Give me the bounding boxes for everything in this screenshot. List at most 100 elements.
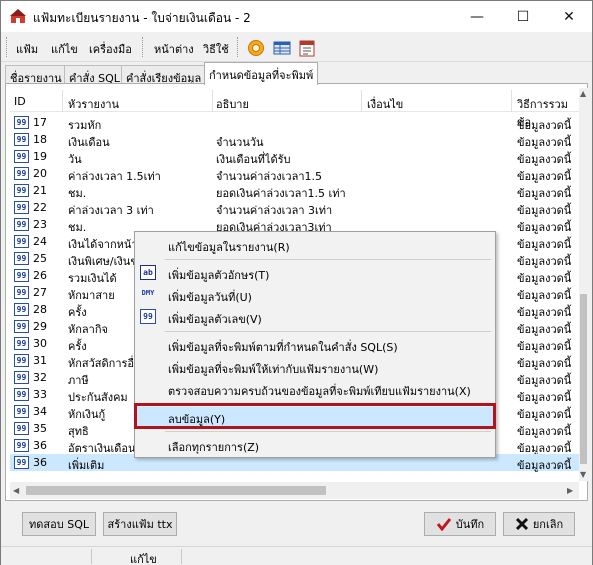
menu-item-label: แก้ไขข้อมูลในรายงาน(R)	[168, 241, 290, 254]
close-button[interactable]: ✕	[546, 1, 592, 32]
menu-edit[interactable]: แก้ไข	[51, 40, 78, 58]
scroll-down-arrow-icon[interactable]: ▼	[580, 470, 586, 479]
number-99-icon: 99	[14, 218, 29, 231]
tab-report-name[interactable]: ชื่อรายงาน	[5, 65, 67, 85]
cell-id: 24	[33, 235, 47, 248]
column-separator[interactable]	[361, 90, 362, 112]
table-row[interactable]: 99 18 เงินเดือน จำนวนวัน ข้อมูลงวดนี้	[10, 131, 580, 149]
test-sql-button[interactable]: ทดสอบ SQL	[22, 512, 96, 536]
minimize-button[interactable]: —	[454, 1, 500, 32]
tab-strip: ชื่อรายงาน คำสั่ง SQL คำสั่งเรียงข้อมูล …	[1, 62, 592, 85]
menu-item-add-match-report[interactable]: เพิ่มข้อมูลที่จะพิมพ์ให้เท่ากับแฟ้มรายงา…	[135, 357, 495, 377]
number-99-icon: 99	[14, 167, 29, 180]
tab-sort[interactable]: คำสั่งเรียงข้อมูล	[121, 65, 207, 85]
column-header-title[interactable]: หัวรายงาน	[68, 95, 119, 113]
cell-id: 36	[33, 439, 47, 452]
number-99-icon: 99	[14, 252, 29, 265]
toolbar-grip[interactable]	[237, 37, 240, 57]
column-separator[interactable]	[212, 90, 213, 112]
app-window: แฟ้มทะเบียนรายงาน - ใบจ่ายเงินเดือน - 2 …	[0, 0, 593, 565]
create-ttx-button[interactable]: สร้างแฟ้ม ttx	[103, 512, 177, 536]
number-99-icon: 99	[14, 269, 29, 282]
menu-item-add-text[interactable]: ab เพิ่มข้อมูลตัวอักษร(T)	[135, 263, 495, 283]
menu-item-label: เพิ่มข้อมูลที่จะพิมพ์ให้เท่ากับแฟ้มรายงา…	[168, 363, 379, 376]
table-row[interactable]: 99 22 ค่าล่วงเวลา 3 เท่า จำนวนค่าล่วงเวลา 3…	[10, 199, 580, 217]
app-house-icon	[10, 9, 26, 23]
cell-id: 28	[33, 303, 47, 316]
menu-item-add-date[interactable]: DMY เพิ่มข้อมูลวันที่(U)	[135, 285, 495, 305]
scroll-right-arrow-icon[interactable]: ▶	[567, 486, 573, 495]
number-99-icon: 99	[140, 309, 156, 324]
menu-file[interactable]: แฟ้ม	[16, 40, 38, 58]
cancel-label: ยกเลิก	[532, 518, 564, 531]
toolbar-grip[interactable]	[6, 37, 9, 57]
tab-print-data[interactable]: กำหนดข้อมูลที่จะพิมพ์	[204, 62, 319, 85]
number-99-icon: 99	[14, 133, 29, 146]
table-row[interactable]: 99 17 รวมหัก ข้อมูลงวดนี้	[10, 114, 580, 132]
horizontal-scroll-thumb[interactable]	[26, 486, 326, 495]
menu-separator	[165, 331, 491, 332]
column-header-id[interactable]: ID	[14, 95, 26, 108]
column-header-description[interactable]: อธิบาย	[216, 95, 249, 113]
number-99-icon: 99	[14, 354, 29, 367]
check-icon	[436, 518, 451, 531]
create-ttx-label: สร้างแฟ้ม ttx	[107, 518, 173, 531]
cell-id: 36	[33, 456, 47, 469]
menu-separator	[165, 259, 491, 260]
maximize-button[interactable]: ☐	[500, 1, 546, 32]
menu-window[interactable]: หน้าต่าง	[154, 40, 194, 58]
table-row[interactable]: 99 21 ชม. ยอดเงินค่าล่วงเวลา1.5 เท่า ข้อมูลง…	[10, 182, 580, 200]
calendar-icon[interactable]	[298, 39, 316, 57]
horizontal-scrollbar[interactable]: ◀ ▶	[10, 482, 579, 499]
number-99-icon: 99	[14, 371, 29, 384]
table-row[interactable]: 99 20 ค่าล่วงเวลา 1.5เท่า จำนวนค่าล่วงเวลา1…	[10, 165, 580, 183]
vertical-scrollbar[interactable]: ▲ ▼	[579, 88, 588, 481]
cell-id: 30	[33, 337, 47, 350]
menu-item-verify[interactable]: ตรวจสอบความครบถ้วนของข้อมูลที่จะพิมพ์เที…	[135, 379, 495, 399]
status-mode: แก้ไข	[130, 553, 157, 565]
menu-item-edit-report[interactable]: แก้ไขข้อมูลในรายงาน(R)	[135, 235, 495, 255]
cell-id: 26	[33, 269, 47, 282]
number-99-icon: 99	[14, 439, 29, 452]
save-button[interactable]: บันทึก	[424, 512, 496, 536]
cell-id: 19	[33, 150, 47, 163]
vertical-scroll-thumb[interactable]	[580, 294, 587, 464]
delete-highlight-annotation	[134, 403, 496, 429]
cell-method: ข้อมูลงวดนี้	[517, 459, 572, 472]
column-separator[interactable]	[511, 90, 512, 112]
status-separator	[91, 549, 92, 564]
cell-id: 34	[33, 405, 47, 418]
table-icon[interactable]	[273, 39, 291, 57]
number-99-icon: 99	[14, 116, 29, 129]
menu-help[interactable]: วิธีใช้	[203, 40, 229, 58]
number-99-icon: 99	[14, 422, 29, 435]
x-icon	[515, 517, 528, 531]
number-99-icon: 99	[14, 320, 29, 333]
window-title: แฟ้มทะเบียนรายงาน - ใบจ่ายเงินเดือน - 2	[33, 11, 251, 25]
number-99-icon: 99	[14, 405, 29, 418]
menu-item-add-from-sql[interactable]: เพิ่มข้อมูลที่จะพิมพ์ตามที่กำหนดในคำสั่ง…	[135, 335, 495, 355]
date-dmy-icon: DMY	[141, 289, 155, 297]
menu-item-select-all[interactable]: เลือกทุกรายการ(Z)	[135, 435, 495, 455]
save-label: บันทึก	[455, 518, 485, 531]
cell-id: 23	[33, 218, 47, 231]
table-row[interactable]: 99 19 วัน เงินเดือนที่ได้รับ ข้อมูลงวดนี้	[10, 148, 580, 166]
status-bar: แก้ไข	[1, 546, 592, 565]
toolbar-grip[interactable]	[142, 37, 145, 57]
number-99-icon: 99	[14, 337, 29, 350]
cell-id: 22	[33, 201, 47, 214]
tab-sql[interactable]: คำสั่ง SQL	[64, 65, 125, 85]
column-separator[interactable]	[62, 90, 63, 112]
column-header-condition[interactable]: เงื่อนไข	[367, 95, 403, 113]
menu-item-add-number[interactable]: 99 เพิ่มข้อมูลตัวเลข(V)	[135, 307, 495, 327]
cell-id: 29	[33, 320, 47, 333]
cancel-button[interactable]: ยกเลิก	[503, 512, 575, 536]
scroll-left-arrow-icon[interactable]: ◀	[13, 486, 19, 495]
menu-tools[interactable]: เครื่องมือ	[89, 40, 132, 58]
title-bar: แฟ้มทะเบียนรายงาน - ใบจ่ายเงินเดือน - 2 …	[1, 1, 592, 32]
cell-id: 20	[33, 167, 47, 180]
cell-id: 31	[33, 354, 47, 367]
scroll-up-arrow-icon[interactable]: ▲	[580, 89, 586, 98]
orange-ball-icon[interactable]	[247, 39, 265, 57]
menu-separator	[165, 431, 491, 432]
